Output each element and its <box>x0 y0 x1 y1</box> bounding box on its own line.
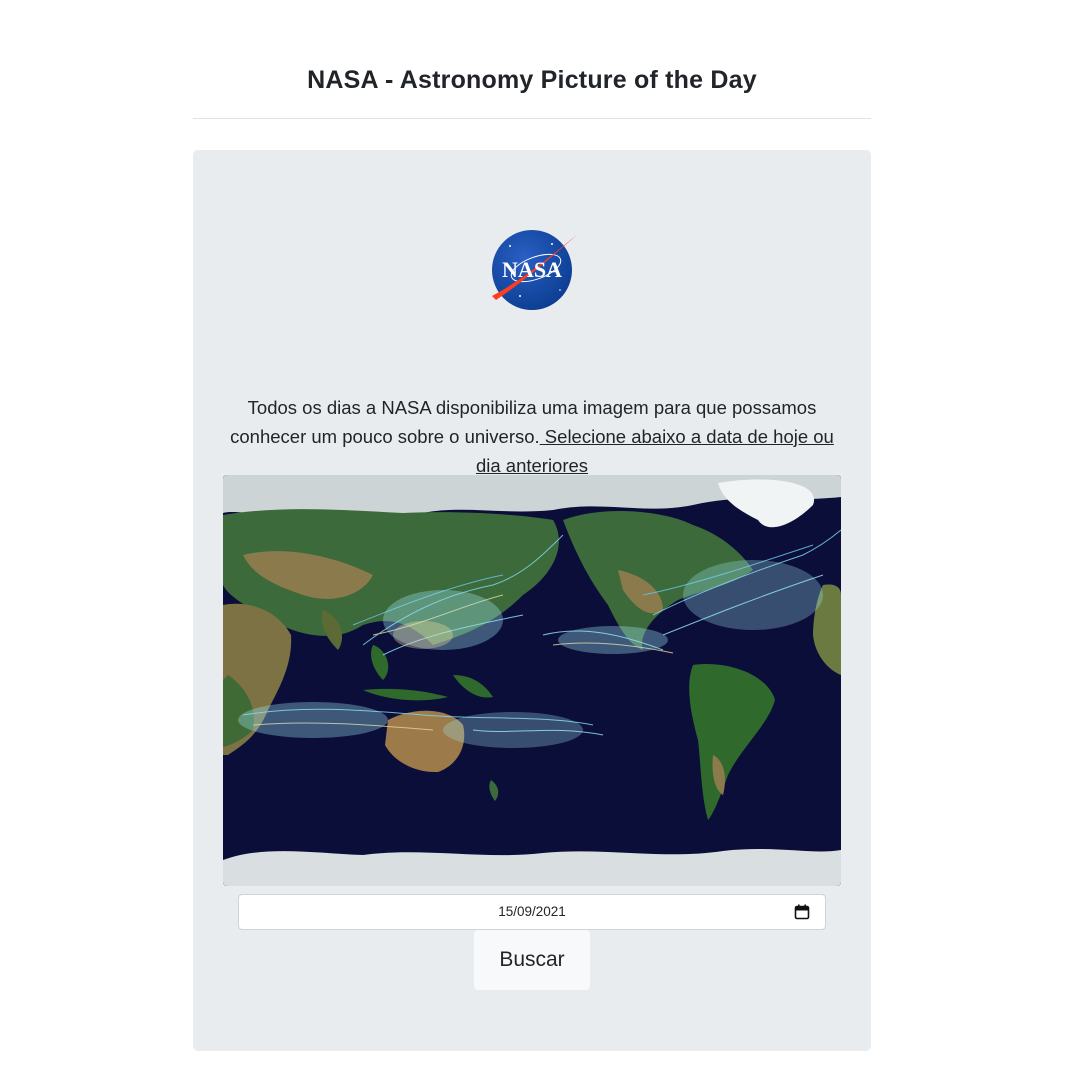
world-map-hurricane-tracks <box>223 475 841 886</box>
search-button[interactable]: Buscar <box>474 930 590 990</box>
nasa-logo: NASA <box>492 230 578 310</box>
apod-image <box>223 475 841 886</box>
date-input[interactable]: 15/09/2021 <box>238 894 826 930</box>
intro-text: Todos os dias a NASA disponibiliza uma i… <box>229 393 835 480</box>
date-input-value: 15/09/2021 <box>498 904 566 919</box>
page-title: NASA - Astronomy Picture of the Day <box>307 66 757 94</box>
nasa-logo-text: NASA <box>502 257 562 282</box>
page-header: NASA - Astronomy Picture of the Day <box>193 44 871 119</box>
calendar-icon[interactable] <box>794 904 810 920</box>
apod-card: NASA Todos os dias a NASA disponibiliza … <box>193 150 871 1051</box>
